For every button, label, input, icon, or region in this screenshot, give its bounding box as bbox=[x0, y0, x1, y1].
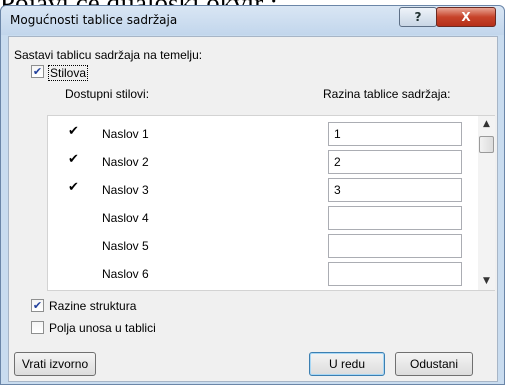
outline-levels-label[interactable]: Razine struktura bbox=[49, 299, 136, 313]
toc-level-input[interactable] bbox=[328, 234, 462, 258]
list-item: Naslov 5 bbox=[48, 234, 468, 258]
style-name: Naslov 5 bbox=[102, 239, 149, 253]
toc-level-input[interactable] bbox=[328, 150, 462, 174]
list-item: ✔ Naslov 2 bbox=[48, 150, 468, 174]
styles-checkbox[interactable]: ✔ bbox=[31, 65, 44, 78]
table-entry-fields-label[interactable]: Polja unosa u tablici bbox=[49, 321, 156, 335]
checkmark-icon: ✔ bbox=[32, 65, 43, 78]
vertical-scrollbar[interactable]: ▲ ▼ bbox=[478, 116, 495, 290]
scrollbar-thumb[interactable] bbox=[479, 136, 494, 153]
table-entry-fields-checkbox[interactable] bbox=[31, 321, 44, 334]
close-icon: X bbox=[461, 10, 471, 24]
toc-options-dialog: Mogućnosti tablice sadržaja ? X Sastavi … bbox=[0, 5, 505, 385]
outline-levels-checkbox[interactable]: ✔ bbox=[31, 299, 44, 312]
style-name: Naslov 3 bbox=[102, 183, 149, 197]
close-button[interactable]: X bbox=[436, 7, 496, 27]
toc-level-input[interactable] bbox=[328, 178, 462, 202]
help-button[interactable]: ? bbox=[399, 7, 437, 27]
title-bar[interactable]: Mogućnosti tablice sadržaja ? X bbox=[1, 6, 504, 35]
checkmark-icon: ✔ bbox=[68, 152, 79, 167]
dialog-title: Mogućnosti tablice sadržaja bbox=[10, 13, 178, 27]
toc-level-input[interactable] bbox=[328, 206, 462, 230]
styles-checkbox-label[interactable]: Stilova bbox=[48, 65, 89, 81]
checkmark-icon: ✔ bbox=[68, 124, 79, 139]
help-icon: ? bbox=[414, 10, 422, 24]
toc-level-input[interactable] bbox=[328, 122, 462, 146]
checkmark-icon: ✔ bbox=[68, 180, 79, 195]
scroll-up-icon[interactable]: ▲ bbox=[478, 116, 495, 133]
list-item: Naslov 4 bbox=[48, 206, 468, 230]
style-name: Naslov 2 bbox=[102, 155, 149, 169]
style-name: Naslov 4 bbox=[102, 211, 149, 225]
style-name: Naslov 6 bbox=[102, 267, 149, 281]
dialog-body: Sastavi tablicu sadržaja na temelju: ✔ S… bbox=[8, 36, 498, 382]
style-name: Naslov 1 bbox=[102, 127, 149, 141]
toc-level-input[interactable] bbox=[328, 262, 462, 286]
list-item: Naslov 6 bbox=[48, 262, 468, 286]
reset-button[interactable]: Vrati izvorno bbox=[14, 352, 96, 376]
build-from-label: Sastavi tablicu sadržaja na temelju: bbox=[14, 48, 203, 62]
styles-list[interactable]: ✔ Naslov 1 ✔ Naslov 2 ✔ Naslov 3 Naslov … bbox=[47, 115, 495, 291]
available-styles-header: Dostupni stilovi: bbox=[65, 87, 150, 101]
checkmark-icon: ✔ bbox=[32, 299, 43, 312]
toc-level-header: Razina tablice sadržaja: bbox=[323, 87, 451, 101]
scroll-down-icon[interactable]: ▼ bbox=[478, 273, 495, 290]
cancel-button[interactable]: Odustani bbox=[395, 352, 473, 376]
ok-button[interactable]: U redu bbox=[309, 352, 385, 376]
list-item: ✔ Naslov 3 bbox=[48, 178, 468, 202]
list-item: ✔ Naslov 1 bbox=[48, 122, 468, 146]
